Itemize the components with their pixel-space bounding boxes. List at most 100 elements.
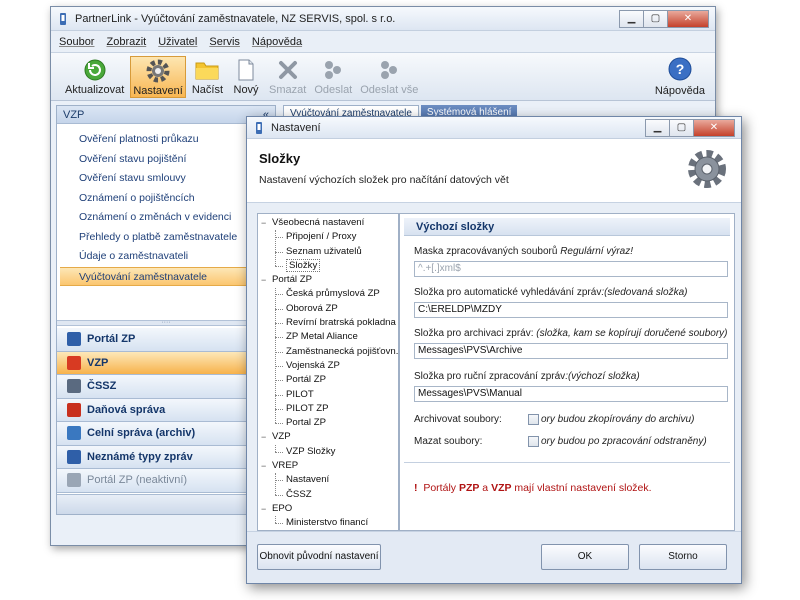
nav-button[interactable]: VZP — [57, 351, 275, 375]
tree-item[interactable]: ZP Metal Aliance — [258, 330, 398, 344]
new-button[interactable]: Nový — [229, 56, 263, 98]
nav-button[interactable]: Portál ZP — [57, 328, 275, 352]
dialog-footer: Obnovit původní nastavení OK Storno — [247, 531, 741, 583]
settings-button[interactable]: Nastavení — [130, 56, 186, 98]
send-button[interactable]: Odeslat — [312, 56, 354, 98]
warning-icon: ! — [414, 482, 418, 494]
sidebar-item[interactable]: Údaje o zaměstnavateli — [57, 247, 275, 267]
tree-item[interactable]: Česká průmyslová ZP — [258, 287, 398, 301]
nav-button[interactable]: Portál ZP (neaktivní) — [57, 469, 275, 493]
maximize-button[interactable]: ▢ — [643, 9, 668, 28]
help-icon: ? — [668, 57, 692, 81]
nav-button[interactable]: ČSSZ — [57, 375, 275, 399]
sidebar: VZP « Ověření platnosti průkazu Ověření s… — [56, 105, 276, 515]
archive-folder-label: Složka pro archivaci zpráv: (složka, kam… — [414, 328, 728, 339]
folder-icon — [195, 62, 219, 80]
tree-item[interactable]: Nastavení — [258, 473, 398, 487]
dialog-titlebar[interactable]: Nastavení ▁ ▢ ✕ — [247, 117, 741, 139]
window-title: PartnerLink - Vyúčtování zaměstnavatele,… — [75, 12, 396, 25]
tree-item[interactable]: Připojení / Proxy — [258, 230, 398, 244]
menu-soubor[interactable]: Soubor — [59, 36, 94, 48]
tree-item[interactable]: Seznam uživatelů — [258, 245, 398, 259]
mask-input[interactable]: ^.+[.]xml$ — [414, 261, 728, 277]
tree-connector — [275, 287, 276, 424]
auto-folder-input[interactable]: C:\ERELDP\MZDY — [414, 302, 728, 318]
send-all-icon — [381, 61, 398, 79]
app-logo-icon — [256, 121, 262, 134]
panel-title: Výchozí složky — [404, 218, 730, 236]
tree-item[interactable]: ČSSZ — [258, 488, 398, 502]
nav-icon — [67, 426, 81, 441]
help-button[interactable]: ? Nápověda — [655, 56, 705, 97]
panel-divider — [404, 462, 730, 463]
tree-item[interactable]: Vojenská ZP — [258, 359, 398, 373]
sidebar-item[interactable]: Ověření stavu smlouvy — [57, 169, 275, 189]
app-logo-icon — [60, 12, 66, 25]
nav-button[interactable]: Celní správa (archiv) — [57, 422, 275, 446]
minimize-button[interactable]: ▁ — [619, 9, 644, 28]
tree-group[interactable]: VZP — [258, 430, 398, 445]
tree-item[interactable]: VZP Složky — [258, 445, 398, 459]
delete-button[interactable]: Smazat — [267, 56, 308, 98]
menu-napoveda[interactable]: Nápověda — [252, 36, 302, 48]
restore-defaults-button[interactable]: Obnovit původní nastavení — [257, 544, 381, 570]
sidebar-item[interactable]: Ověření platnosti průkazu — [57, 130, 275, 150]
tree-group[interactable]: VREP — [258, 459, 398, 474]
sidebar-item[interactable]: Ověření stavu pojištění — [57, 150, 275, 170]
archive-folder-input[interactable]: Messages\PVS\Archive — [414, 343, 728, 359]
delete-icon — [278, 61, 297, 79]
nav-icon — [67, 379, 81, 394]
sidebar-item[interactable]: Oznámení o pojištěncích — [57, 189, 275, 209]
manual-folder-input[interactable]: Messages\PVS\Manual — [414, 386, 728, 402]
delete-files-row: Mazat soubory: ory budou po zpracování o… — [414, 435, 707, 447]
tree-item[interactable]: Oborová ZP — [258, 302, 398, 316]
gear-icon — [688, 150, 726, 188]
new-document-icon — [238, 59, 254, 81]
send-all-button[interactable]: Odeslat vše — [358, 56, 420, 98]
nav-button[interactable]: Neznámé typy zpráv — [57, 445, 275, 469]
load-button[interactable]: Načíst — [190, 56, 225, 98]
nav-icon — [67, 473, 81, 488]
dialog-close-button[interactable]: ✕ — [693, 118, 735, 137]
tree-item[interactable]: Revírní bratrská pokladna — [258, 316, 398, 330]
nav-icon — [67, 355, 81, 370]
sidebar-nav: Portál ZP VZP ČSSZ Daňová správa Celní správ… — [57, 328, 275, 493]
tree-item[interactable]: Ministerstvo financí — [258, 516, 398, 530]
archive-files-row: Archivovat soubory: ory budou zkopírován… — [414, 413, 695, 425]
svg-text:?: ? — [676, 61, 685, 77]
settings-tree: Všeobecná nastaveníPřipojení / ProxySezn… — [257, 213, 399, 531]
tree-item[interactable]: Zaměstnanecká pojišťovn... — [258, 345, 398, 359]
delete-files-checkbox[interactable] — [528, 435, 539, 447]
nav-icon — [67, 332, 81, 347]
tree-item[interactable]: PILOT — [258, 388, 398, 402]
ok-button[interactable]: OK — [541, 544, 629, 570]
tree-item[interactable]: Složky — [258, 258, 398, 273]
menu-uzivatel[interactable]: Uživatel — [158, 36, 197, 48]
menu-zobrazit[interactable]: Zobrazit — [106, 36, 146, 48]
refresh-button[interactable]: Aktualizovat — [63, 56, 126, 98]
dialog-subheading: Nastavení výchozích složek pro načítání … — [259, 174, 509, 186]
nav-button[interactable]: Daňová správa — [57, 398, 275, 422]
sidebar-item[interactable]: Vyúčtování zaměstnavatele — [60, 266, 272, 286]
menu-servis[interactable]: Servis — [209, 36, 240, 48]
tree-item[interactable]: Portal ZP — [258, 416, 398, 430]
tree-item[interactable]: PILOT ZP — [258, 402, 398, 416]
sidebar-item[interactable]: Oznámení o změnách v evidenci — [57, 208, 275, 228]
tree-group[interactable]: Portál ZP — [258, 273, 398, 288]
sidebar-footer[interactable]: ⌄ — [57, 494, 275, 514]
portal-note: ! Portály PZP a VZP mají vlastní nastave… — [414, 482, 652, 494]
tree-group[interactable]: EPO — [258, 502, 398, 517]
gear-icon — [146, 59, 170, 83]
tree-item[interactable]: Portál ZP — [258, 373, 398, 387]
sidebar-task-list: Ověření platnosti průkazu Ověření stavu p… — [57, 124, 275, 286]
dialog-minimize-button[interactable]: ▁ — [645, 118, 670, 137]
tree-group[interactable]: Všeobecná nastavení — [258, 216, 398, 231]
close-button[interactable]: ✕ — [667, 9, 709, 28]
main-titlebar[interactable]: PartnerLink - Vyúčtování zaměstnavatele,… — [51, 7, 715, 31]
manual-folder-label: Složka pro ruční zpracování zpráv:(výcho… — [414, 371, 640, 382]
cancel-button[interactable]: Storno — [639, 544, 727, 570]
dialog-maximize-button[interactable]: ▢ — [669, 118, 694, 137]
sidebar-item[interactable]: Přehledy o platbě zaměstnavatele — [57, 228, 275, 248]
archive-files-checkbox[interactable] — [528, 413, 539, 425]
sidebar-splitter[interactable]: ···· — [57, 319, 275, 326]
